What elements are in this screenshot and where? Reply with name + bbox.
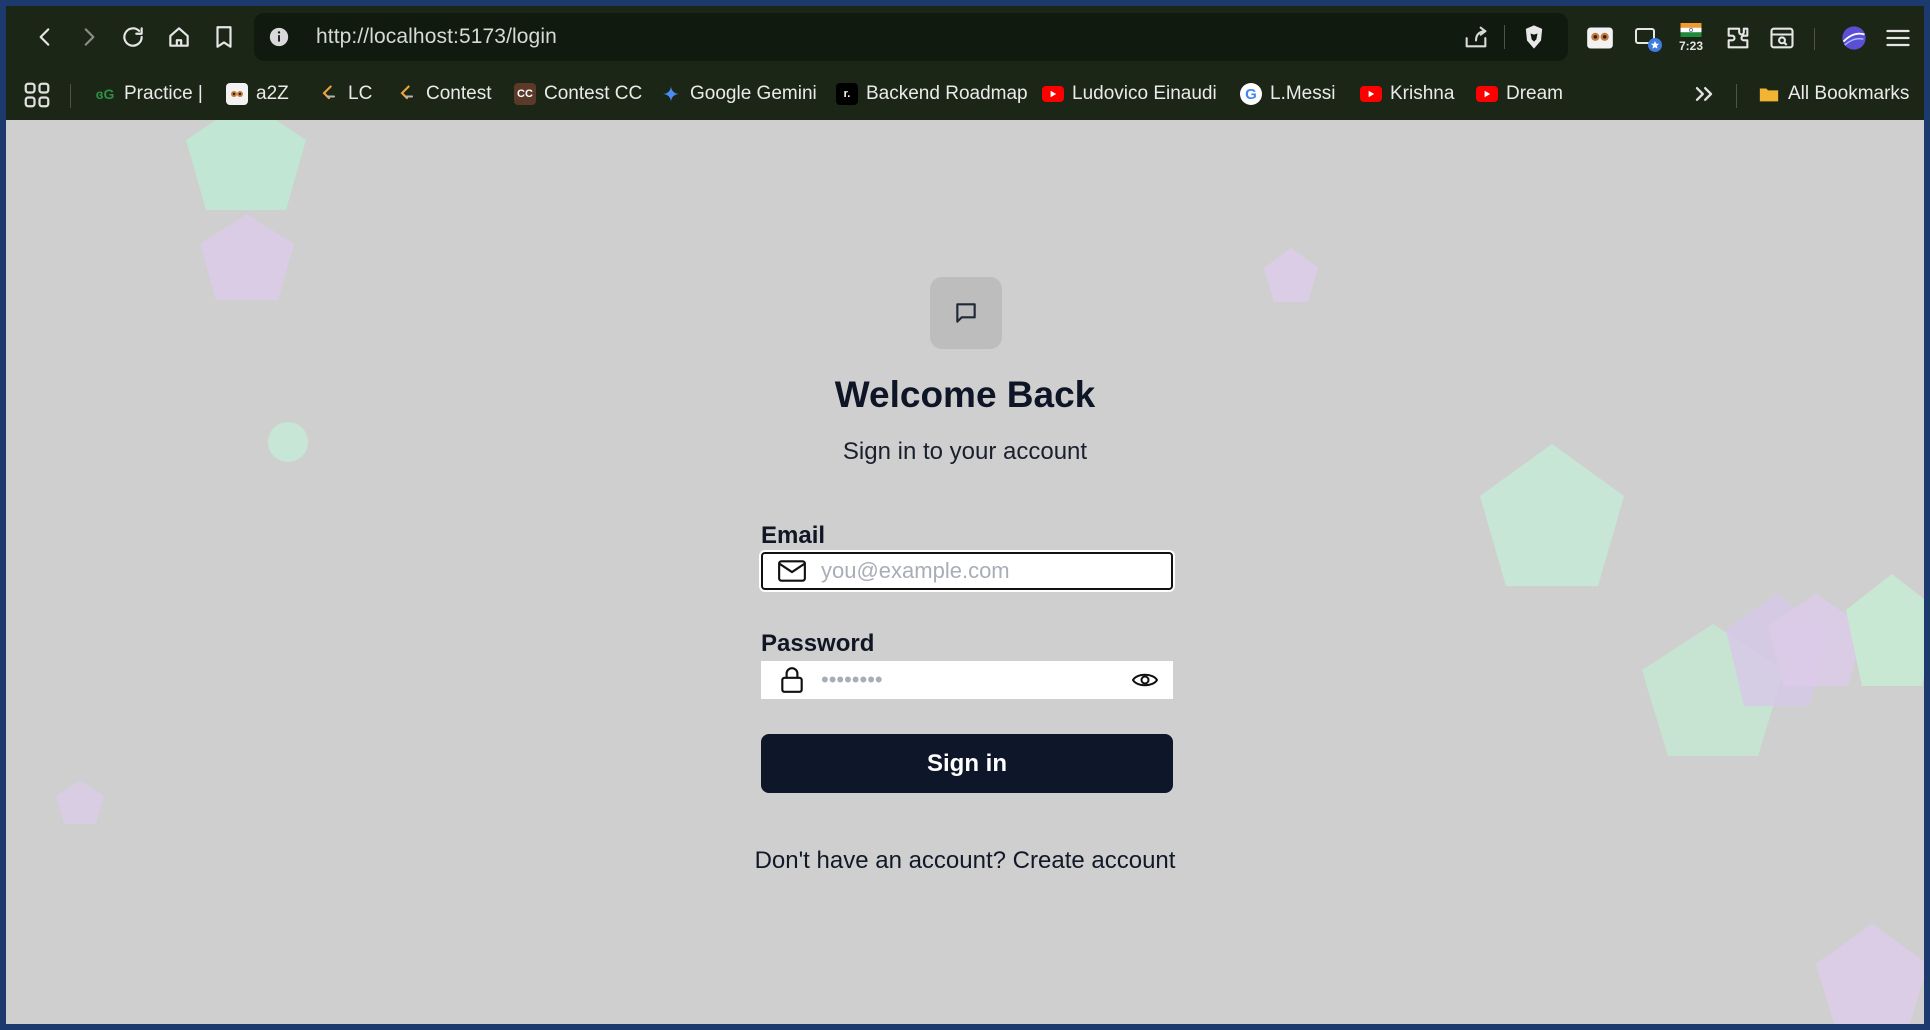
address-bar[interactable]: http://localhost:5173/login [254,13,1568,61]
site-info-icon[interactable] [268,26,290,48]
mail-icon [777,558,807,584]
home-icon[interactable] [162,20,196,54]
browser-window: http://localhost:5173/login 7:23 ɞG Prac… [6,6,1924,1024]
signup-prompt-text: Don't have an account? [754,847,1006,874]
bookmark-label: Contest [426,83,492,104]
page-subtitle: Sign in to your account [842,438,1088,465]
bookmark-label: Dream [1506,83,1564,104]
url-text[interactable]: http://localhost:5173/login [316,25,557,49]
email-field[interactable] [761,552,1173,590]
all-bookmarks[interactable]: All Bookmarks [1758,78,1909,110]
youtube-icon [1042,86,1064,102]
email-label: Email [761,522,826,549]
login-page: Welcome Back Sign in to your account Ema… [6,120,1924,1024]
forward-icon[interactable] [72,20,106,54]
bookmarks-bar: ɞG Practice | a2Z LC Contest CC Contest … [6,68,1924,120]
bookmark-label: L.Messi [1270,83,1336,104]
bookmark-gemini[interactable]: Google Gemini [660,78,817,110]
decorative-shape [200,214,294,300]
flag-icon [1680,23,1702,37]
decorative-shape [56,780,104,824]
bookmark-label: Practice | [124,83,203,104]
decorative-shape [1264,248,1318,302]
app-logo [930,277,1002,349]
bookmark-dream[interactable]: Dream [1476,78,1563,110]
more-bookmarks-icon[interactable] [1690,80,1718,108]
india-flag-clock[interactable]: 7:23 [1670,20,1712,56]
apps-grid-icon[interactable] [22,80,52,110]
back-icon[interactable] [28,20,62,54]
extensions-icon[interactable] [1720,20,1756,56]
urlbar-divider [1504,25,1505,49]
bookmark-label: Contest CC [544,83,643,104]
youtube-icon [1476,86,1498,102]
decorative-shape [1816,924,1924,1024]
toolbar-divider [1814,28,1815,50]
password-input[interactable] [821,661,1121,699]
bookmark-a2z[interactable]: a2Z [226,78,289,110]
show-password-icon[interactable] [1131,668,1159,692]
bookmarks-divider [70,84,71,108]
decorative-shape [1846,574,1924,686]
bookmark-label: Krishna [1390,83,1455,104]
bookmark-contest[interactable]: Contest [396,78,491,110]
bookmark-label: Google Gemini [690,83,817,104]
google-icon: G [1240,83,1262,105]
gfg-icon: ɞG [95,86,115,102]
page-title: Welcome Back [834,374,1096,415]
bookmark-lc[interactable]: LC [318,78,372,110]
create-account-link[interactable]: Create account [1013,847,1176,874]
owl-icon [226,83,248,105]
bookmark-contest-cc[interactable]: CC Contest CC [514,78,642,110]
leetcode-icon [318,83,340,105]
folder-icon [1758,83,1780,105]
bookmark-krishna[interactable]: Krishna [1360,78,1454,110]
clock-text: 7:23 [1678,39,1704,53]
lock-icon [777,667,807,693]
sign-in-button[interactable]: Sign in [761,734,1173,793]
password-field[interactable] [761,661,1173,699]
bookmark-label: All Bookmarks [1788,83,1910,104]
reading-list-icon[interactable] [1764,20,1800,56]
leetcode-icon [396,83,418,105]
reload-icon[interactable] [116,20,150,54]
codechef-icon: CC [514,83,536,105]
bookmark-label: Backend Roadmap [866,83,1028,104]
bookmark-practice[interactable]: ɞG Practice | [94,78,203,110]
bookmark-ludovico[interactable]: Ludovico Einaudi [1042,78,1217,110]
bookmark-icon[interactable] [207,20,241,54]
tab-manager-icon[interactable] [1628,20,1668,56]
owl-extension-icon[interactable] [1582,20,1618,56]
chat-bubble-icon [956,303,976,323]
browser-toolbar: http://localhost:5173/login 7:23 [6,6,1924,68]
youtube-icon [1360,86,1382,102]
bookmarks-divider [1736,84,1737,108]
bookmark-label: a2Z [256,83,289,104]
signup-prompt: Don't have an account? Create account [6,847,1924,875]
email-input[interactable] [821,554,1121,588]
bookmark-backend-roadmap[interactable]: r. Backend Roadmap [836,78,1028,110]
menu-icon[interactable] [1880,20,1916,56]
share-icon[interactable] [1462,23,1490,51]
brave-shield-icon[interactable] [1520,23,1548,51]
bookmark-label: Ludovico Einaudi [1072,83,1217,104]
roadmap-icon: r. [836,83,858,105]
gemini-icon [660,83,682,105]
password-label: Password [761,630,875,657]
bookmark-lmessi[interactable]: G L.Messi [1240,78,1335,110]
profile-avatar-icon[interactable] [1836,20,1872,56]
bookmark-label: LC [348,83,373,104]
